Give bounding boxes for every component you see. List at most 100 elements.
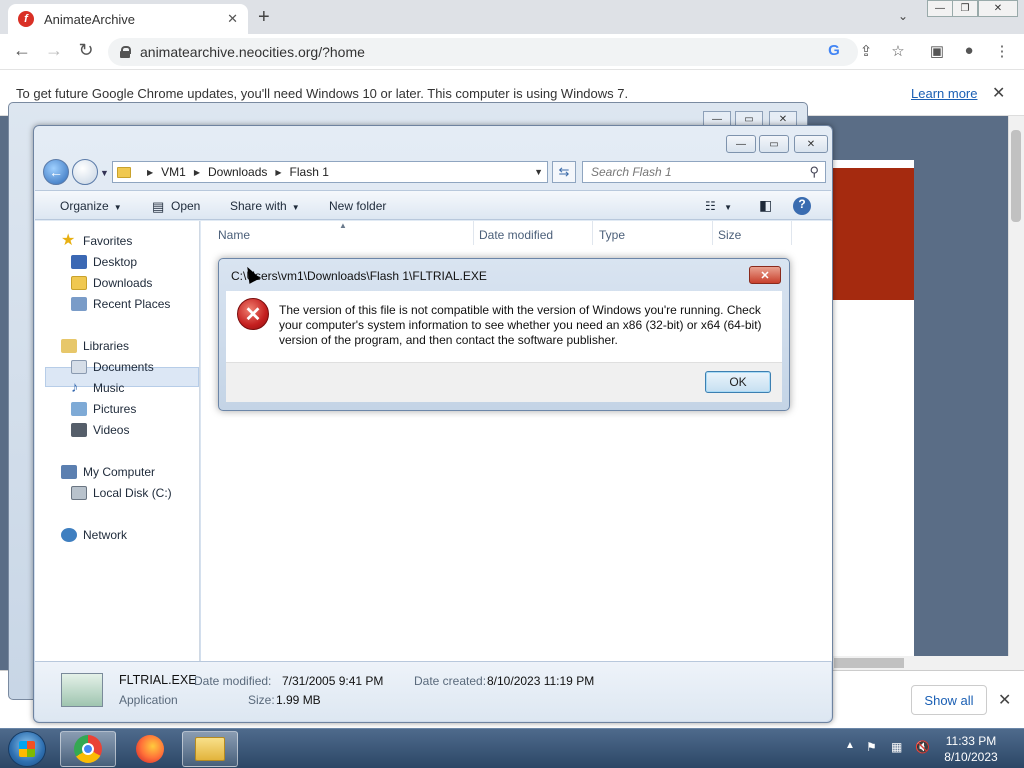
- date-created-label: Date created:: [414, 674, 487, 688]
- music-icon: ♪: [71, 379, 79, 396]
- open-icon[interactable]: ▤: [152, 199, 164, 215]
- close-infobar-icon[interactable]: ✕: [992, 83, 1005, 103]
- minimize-icon[interactable]: —: [927, 0, 953, 17]
- view-options-icon[interactable]: ☷ ▼: [705, 199, 732, 213]
- update-message: To get future Google Chrome updates, you…: [16, 86, 629, 101]
- google-translate-icon[interactable]: G: [824, 42, 844, 59]
- back-arrow-icon[interactable]: ←: [43, 159, 69, 185]
- close-tab-icon[interactable]: ✕: [227, 11, 238, 27]
- organize-button[interactable]: Organize ▼: [60, 199, 122, 213]
- start-button[interactable]: [8, 731, 46, 767]
- recent-pages-dropdown-icon[interactable]: ▼: [100, 168, 109, 178]
- details-pane: FLTRIAL.EXE Date modified: 7/31/2005 9:4…: [35, 661, 831, 721]
- videos-icon: [71, 423, 87, 437]
- lock-icon[interactable]: [120, 46, 131, 58]
- clock-date: 8/10/2023: [944, 750, 998, 764]
- taskbar-firefox-button[interactable]: [122, 731, 178, 767]
- tab-search-icon[interactable]: ⌄: [898, 9, 908, 23]
- forward-arrow-icon[interactable]: [72, 159, 98, 185]
- column-date-modified[interactable]: Date modified: [479, 228, 553, 242]
- browser-tab[interactable]: f AnimateArchive ✕: [8, 4, 248, 34]
- search-icon[interactable]: ⚲: [809, 164, 819, 180]
- close-icon[interactable]: ✕: [749, 266, 781, 284]
- nav-music[interactable]: ♪ Music: [71, 379, 124, 396]
- taskbar-chrome-button[interactable]: [60, 731, 116, 767]
- nav-desktop[interactable]: Desktop: [71, 255, 137, 269]
- breadcrumb-downloads[interactable]: Downloads: [208, 165, 267, 179]
- share-with-button[interactable]: Share with ▼: [230, 199, 300, 213]
- show-all-button[interactable]: Show all: [911, 685, 987, 715]
- flash-icon: f: [18, 11, 34, 27]
- error-dialog[interactable]: C:\Users\vm1\Downloads\Flash 1\FLTRIAL.E…: [218, 258, 790, 411]
- learn-more-link[interactable]: Learn more: [911, 86, 977, 101]
- nav-pictures[interactable]: Pictures: [71, 402, 136, 416]
- breadcrumb[interactable]: ▶ VM1 ▶ Downloads ▶ Flash 1 ▼: [112, 161, 548, 183]
- close-window-icon[interactable]: ✕: [978, 0, 1018, 17]
- network-icon: [61, 528, 77, 542]
- open-button[interactable]: Open: [171, 199, 200, 213]
- nav-favorites[interactable]: ★ Favorites: [61, 233, 132, 249]
- network-status-icon[interactable]: ▦: [891, 740, 902, 754]
- new-tab-icon[interactable]: +: [258, 6, 270, 29]
- column-divider[interactable]: [791, 221, 792, 245]
- show-hidden-icons-icon[interactable]: ▲: [845, 740, 855, 751]
- chevron-down-icon: ▼: [113, 203, 122, 212]
- ok-button[interactable]: OK: [705, 371, 771, 393]
- new-folder-button[interactable]: New folder: [329, 199, 386, 213]
- nav-videos[interactable]: Videos: [71, 423, 129, 437]
- horizontal-scrollbar-thumb[interactable]: [834, 658, 904, 668]
- column-divider[interactable]: [473, 221, 474, 245]
- file-name: FLTRIAL.EXE: [119, 673, 197, 687]
- volume-muted-icon[interactable]: 🔇: [915, 740, 930, 754]
- restore-icon[interactable]: ❐: [952, 0, 978, 17]
- side-panel-icon[interactable]: ▣: [927, 42, 947, 60]
- file-type: Application: [119, 693, 178, 707]
- forward-arrow-icon[interactable]: →: [42, 40, 66, 61]
- column-size[interactable]: Size: [718, 228, 741, 242]
- address-bar[interactable]: animatearchive.neocities.org/?home: [108, 38, 858, 66]
- search-input[interactable]: Search Flash 1 ⚲: [582, 161, 826, 183]
- nav-documents[interactable]: Documents: [71, 360, 154, 374]
- column-divider[interactable]: [712, 221, 713, 245]
- taskbar-explorer-button[interactable]: [182, 731, 238, 767]
- chevron-down-icon[interactable]: ▼: [534, 167, 543, 177]
- chevron-right-icon[interactable]: ▶: [194, 168, 200, 177]
- scrollbar-thumb[interactable]: [1011, 130, 1021, 222]
- minimize-icon[interactable]: —: [726, 135, 756, 153]
- explorer-window[interactable]: — ▭ ✕ ← ▼ ▶ VM1 ▶ Downloads ▶ Flash 1 ▼ …: [33, 125, 833, 723]
- reload-icon[interactable]: ↻: [74, 40, 98, 61]
- breadcrumb-flash-1[interactable]: Flash 1: [290, 165, 329, 179]
- back-arrow-icon[interactable]: ←: [10, 40, 34, 61]
- chevron-right-icon[interactable]: ▶: [275, 168, 281, 177]
- share-icon[interactable]: ⇪: [856, 42, 876, 60]
- clock[interactable]: 11:33 PM 8/10/2023: [940, 733, 1002, 765]
- column-type[interactable]: Type: [599, 228, 625, 242]
- maximize-icon[interactable]: ▭: [759, 135, 789, 153]
- column-name[interactable]: Name: [218, 228, 250, 242]
- menu-icon[interactable]: ⋮: [992, 42, 1012, 60]
- nav-local-disk[interactable]: Local Disk (C:): [71, 486, 172, 500]
- nav-libraries[interactable]: Libraries: [61, 339, 129, 353]
- column-divider[interactable]: [592, 221, 593, 245]
- help-icon[interactable]: ?: [793, 197, 811, 215]
- navigation-pane: ★ Favorites Desktop Downloads Recent Plac…: [35, 221, 200, 661]
- action-center-icon[interactable]: ⚑: [866, 740, 877, 754]
- nav-downloads[interactable]: Downloads: [71, 276, 152, 290]
- chevron-right-icon[interactable]: ▶: [147, 168, 153, 177]
- application-icon: [61, 673, 103, 707]
- dialog-title: C:\Users\vm1\Downloads\Flash 1\FLTRIAL.E…: [231, 269, 487, 283]
- libraries-icon: [61, 339, 77, 353]
- date-modified-value: 7/31/2005 9:41 PM: [282, 674, 384, 688]
- nav-my-computer[interactable]: My Computer: [61, 465, 155, 479]
- close-download-bar-icon[interactable]: ✕: [998, 690, 1011, 710]
- bookmark-star-icon[interactable]: ☆: [888, 42, 908, 60]
- profile-icon[interactable]: ●: [959, 42, 979, 59]
- preview-pane-icon[interactable]: ◧: [759, 197, 772, 214]
- refresh-icon[interactable]: ⇆: [552, 161, 576, 183]
- nav-network[interactable]: Network: [61, 528, 127, 542]
- breadcrumb-vm1[interactable]: VM1: [161, 165, 186, 179]
- close-icon[interactable]: ✕: [794, 135, 828, 153]
- drive-icon: [71, 486, 87, 500]
- clock-time: 11:33 PM: [945, 734, 997, 748]
- nav-recent-places[interactable]: Recent Places: [71, 297, 170, 311]
